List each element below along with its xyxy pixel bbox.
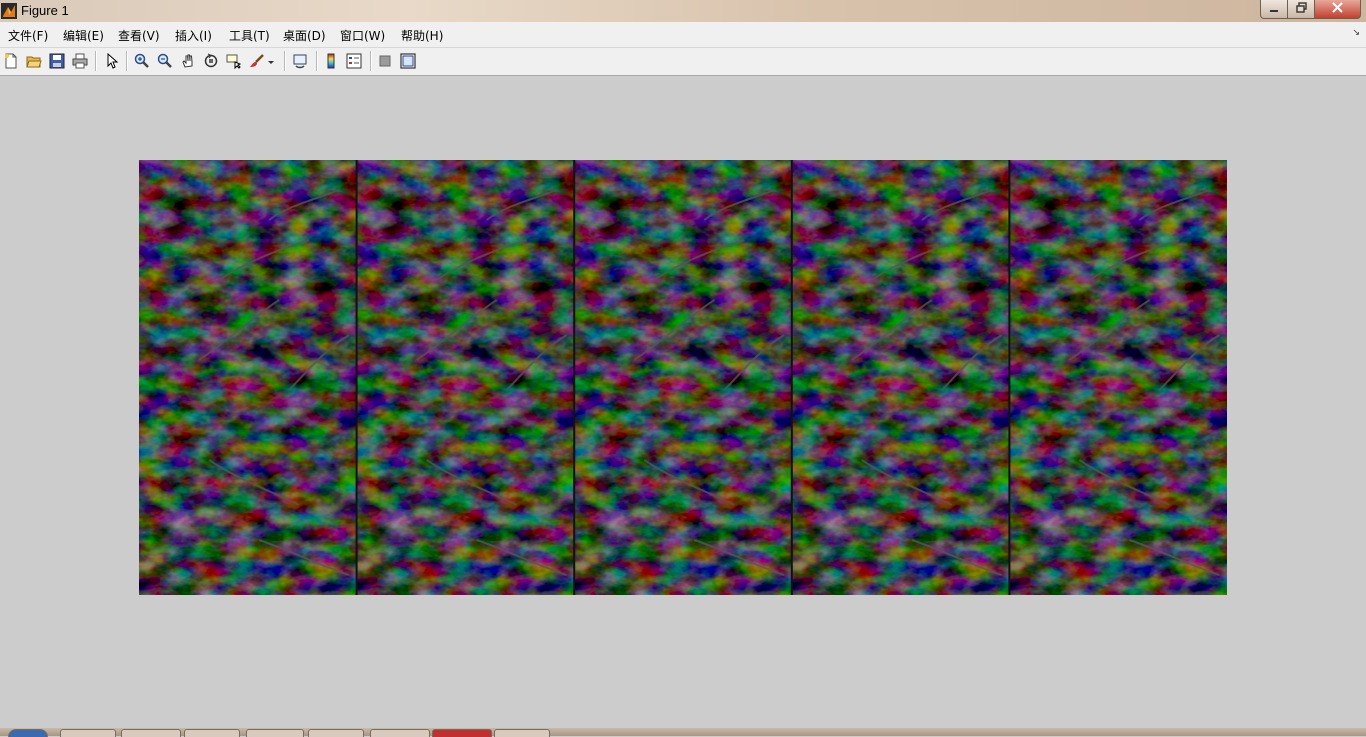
texture-image xyxy=(139,160,1227,595)
window-title: Figure 1 xyxy=(21,3,69,18)
toolbar-separator xyxy=(284,51,286,71)
toolbar-separator xyxy=(316,51,318,71)
brush-icon[interactable] xyxy=(248,52,266,70)
new-figure-icon[interactable] xyxy=(2,52,20,70)
figure-toolbar xyxy=(0,48,1366,76)
menu-insert[interactable]: 插入(I) xyxy=(175,27,212,44)
hide-plot-tools-icon[interactable] xyxy=(376,52,394,70)
menu-file[interactable]: 文件(F) xyxy=(8,27,48,44)
matlab-icon[interactable] xyxy=(1,3,17,19)
zoom-in-icon[interactable] xyxy=(133,52,151,70)
data-cursor-icon[interactable] xyxy=(225,52,243,70)
menu-edit[interactable]: 编辑(E) xyxy=(63,27,104,44)
close-button[interactable] xyxy=(1314,0,1361,19)
insert-colorbar-icon[interactable] xyxy=(322,52,340,70)
menu-bar: 文件(F) 编辑(E) 查看(V) 插入(I) 工具(T) 桌面(D) 窗口(W… xyxy=(0,22,1366,48)
menu-tools[interactable]: 工具(T) xyxy=(229,27,270,44)
link-plot-icon[interactable] xyxy=(291,52,309,70)
toolbar-separator xyxy=(370,51,372,71)
toolbar-separator xyxy=(126,51,128,71)
menu-view[interactable]: 查看(V) xyxy=(118,27,160,44)
zoom-out-icon[interactable] xyxy=(156,52,174,70)
restore-icon xyxy=(1295,2,1307,16)
minimize-icon xyxy=(1269,3,1279,16)
menu-help[interactable]: 帮助(H) xyxy=(401,27,443,44)
print-figure-icon[interactable] xyxy=(71,52,89,70)
rotate-3d-icon[interactable] xyxy=(202,52,220,70)
dock-arrow-icon[interactable]: ↘ xyxy=(1352,28,1360,38)
title-bar[interactable]: Figure 1 xyxy=(0,0,1366,22)
menu-window[interactable]: 窗口(W) xyxy=(340,27,385,44)
toolbar-separator xyxy=(95,51,97,71)
open-file-icon[interactable] xyxy=(25,52,43,70)
save-figure-icon[interactable] xyxy=(48,52,66,70)
pan-hand-icon[interactable] xyxy=(179,52,197,70)
minimize-button[interactable] xyxy=(1260,0,1288,19)
insert-legend-icon[interactable] xyxy=(345,52,363,70)
menu-desktop[interactable]: 桌面(D) xyxy=(283,27,326,44)
taskbar xyxy=(0,728,1366,737)
show-plot-tools-icon[interactable] xyxy=(399,52,417,70)
brush-dropdown-icon[interactable] xyxy=(266,52,276,70)
close-icon xyxy=(1332,2,1343,16)
image-display[interactable] xyxy=(139,160,1227,595)
edit-plot-arrow-icon[interactable] xyxy=(103,52,121,70)
figure-canvas[interactable] xyxy=(0,76,1366,728)
restore-button[interactable] xyxy=(1287,0,1315,19)
